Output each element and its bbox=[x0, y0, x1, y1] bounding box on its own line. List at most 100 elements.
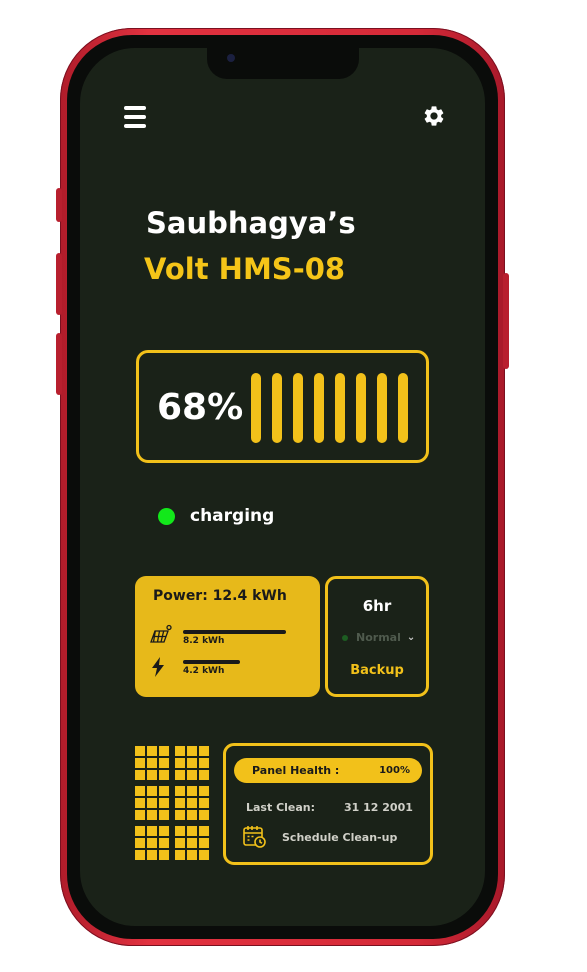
solar-panel-block bbox=[175, 826, 209, 860]
panel-health-bar: Panel Health : 100% bbox=[234, 758, 422, 783]
mode-dropdown[interactable]: Normal ⌄ bbox=[342, 631, 415, 644]
schedule-cleanup-button[interactable]: Schedule Clean-up bbox=[242, 824, 397, 850]
backup-label: Backup bbox=[350, 663, 404, 678]
solar-cell bbox=[159, 838, 169, 848]
solar-cell bbox=[175, 746, 185, 756]
solar-panel-block bbox=[175, 786, 209, 820]
volume-down-button bbox=[56, 333, 62, 395]
solar-cell bbox=[159, 758, 169, 768]
panel-health-value: 100% bbox=[379, 765, 410, 776]
solar-cell bbox=[187, 786, 197, 796]
solar-cell bbox=[135, 826, 145, 836]
hamburger-icon[interactable] bbox=[124, 106, 146, 128]
last-clean-value: 31 12 2001 bbox=[344, 801, 413, 814]
solar-cell bbox=[147, 838, 157, 848]
solar-panels-graphic bbox=[135, 746, 211, 862]
last-clean-label: Last Clean: bbox=[246, 801, 316, 814]
chevron-down-icon: ⌄ bbox=[406, 632, 416, 643]
solar-cell bbox=[187, 758, 197, 768]
solar-cell bbox=[147, 810, 157, 820]
battery-bar bbox=[293, 373, 303, 443]
notch bbox=[207, 48, 359, 79]
solar-cell bbox=[199, 758, 209, 768]
solar-cell bbox=[135, 838, 145, 848]
battery-bar bbox=[314, 373, 324, 443]
gear-icon[interactable] bbox=[422, 104, 446, 128]
solar-cell bbox=[175, 810, 185, 820]
solar-cell bbox=[147, 746, 157, 756]
solar-cell bbox=[159, 798, 169, 808]
battery-bar bbox=[356, 373, 366, 443]
battery-bar bbox=[251, 373, 261, 443]
power-button bbox=[503, 273, 509, 369]
battery-card: 68% bbox=[136, 350, 429, 463]
solar-cell bbox=[147, 798, 157, 808]
solar-cell bbox=[199, 786, 209, 796]
mode-dot bbox=[342, 634, 348, 641]
status-indicator bbox=[158, 507, 175, 525]
device-name: Volt HMS-08 bbox=[144, 252, 346, 286]
solar-cell bbox=[135, 770, 145, 780]
solar-cell bbox=[147, 850, 157, 860]
solar-cell bbox=[159, 746, 169, 756]
solar-panel-icon bbox=[150, 624, 172, 643]
solar-panel-block bbox=[175, 746, 209, 780]
solar-cell bbox=[199, 850, 209, 860]
volume-up-button bbox=[56, 253, 62, 315]
power-card[interactable]: Power: 12.4 kWh 8.2 kWh 4.2 kWh bbox=[135, 576, 320, 697]
battery-percent: 68% bbox=[157, 387, 244, 428]
mode-value: Normal bbox=[356, 631, 401, 644]
backup-card[interactable]: 6hr Normal ⌄ Backup bbox=[325, 576, 429, 697]
power-title: Power: 12.4 kWh bbox=[153, 588, 287, 604]
mute-switch bbox=[56, 188, 62, 222]
solar-cell bbox=[159, 850, 169, 860]
solar-row bbox=[149, 624, 173, 646]
solar-cell bbox=[175, 770, 185, 780]
schedule-cleanup-label: Schedule Clean-up bbox=[282, 830, 398, 844]
battery-bar bbox=[272, 373, 282, 443]
solar-cell bbox=[175, 786, 185, 796]
solar-cell bbox=[199, 810, 209, 820]
solar-cell bbox=[175, 798, 185, 808]
solar-cell bbox=[159, 786, 169, 796]
charging-status: charging bbox=[158, 506, 274, 526]
owner-name: Saubhagya’s bbox=[146, 206, 356, 240]
solar-cell bbox=[187, 850, 197, 860]
solar-cell bbox=[135, 746, 145, 756]
backup-duration: 6hr bbox=[362, 597, 392, 615]
solar-energy-bar bbox=[183, 630, 286, 634]
solar-panel-block bbox=[135, 746, 169, 780]
solar-cell bbox=[187, 838, 197, 848]
solar-energy-value: 8.2 kWh bbox=[183, 636, 225, 646]
solar-cell bbox=[175, 826, 185, 836]
solar-cell bbox=[147, 770, 157, 780]
solar-cell bbox=[159, 810, 169, 820]
solar-cell bbox=[199, 826, 209, 836]
calendar-clock-icon bbox=[243, 826, 266, 848]
solar-cell bbox=[147, 826, 157, 836]
battery-bar bbox=[335, 373, 345, 443]
solar-cell bbox=[187, 798, 197, 808]
solar-cell bbox=[135, 786, 145, 796]
solar-cell bbox=[187, 826, 197, 836]
solar-cell bbox=[159, 770, 169, 780]
solar-cell bbox=[199, 838, 209, 848]
battery-level-bars bbox=[251, 373, 408, 443]
solar-cell bbox=[175, 850, 185, 860]
lightning-icon bbox=[152, 657, 164, 677]
solar-cell bbox=[135, 798, 145, 808]
solar-cell bbox=[187, 810, 197, 820]
solar-cell bbox=[199, 770, 209, 780]
solar-panel-block bbox=[135, 786, 169, 820]
panel-health-card: Panel Health : 100% Last Clean: 31 12 20… bbox=[223, 743, 433, 865]
solar-cell bbox=[135, 850, 145, 860]
status-label: charging bbox=[190, 506, 275, 526]
app-screen: Saubhagya’s Volt HMS-08 68% charging Pow… bbox=[80, 48, 485, 926]
solar-cell bbox=[159, 826, 169, 836]
solar-cell bbox=[135, 758, 145, 768]
solar-cell bbox=[147, 786, 157, 796]
camera bbox=[227, 54, 235, 62]
solar-cell bbox=[135, 810, 145, 820]
solar-cell bbox=[199, 746, 209, 756]
battery-bar bbox=[377, 373, 387, 443]
